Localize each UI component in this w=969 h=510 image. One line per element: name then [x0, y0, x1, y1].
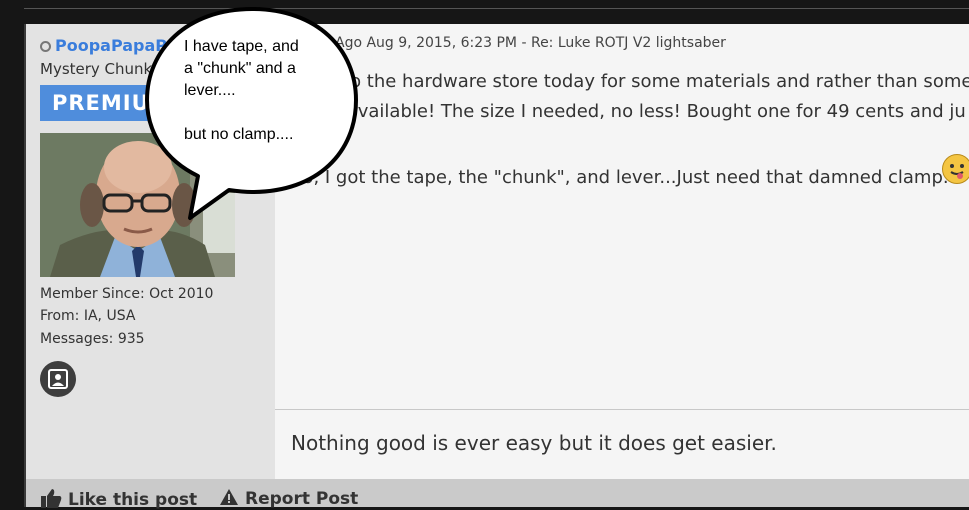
- bubble-line: I have tape, and: [184, 38, 299, 55]
- speech-bubble: [145, 7, 358, 220]
- bubble-line: but no clamp....: [184, 126, 294, 143]
- bubble-line: [184, 102, 334, 124]
- speech-bubble-text: I have tape, and a "chunk" and a lever..…: [184, 36, 334, 146]
- bubble-line: lever....: [184, 82, 236, 99]
- bubble-line: a "chunk" and a: [184, 60, 296, 77]
